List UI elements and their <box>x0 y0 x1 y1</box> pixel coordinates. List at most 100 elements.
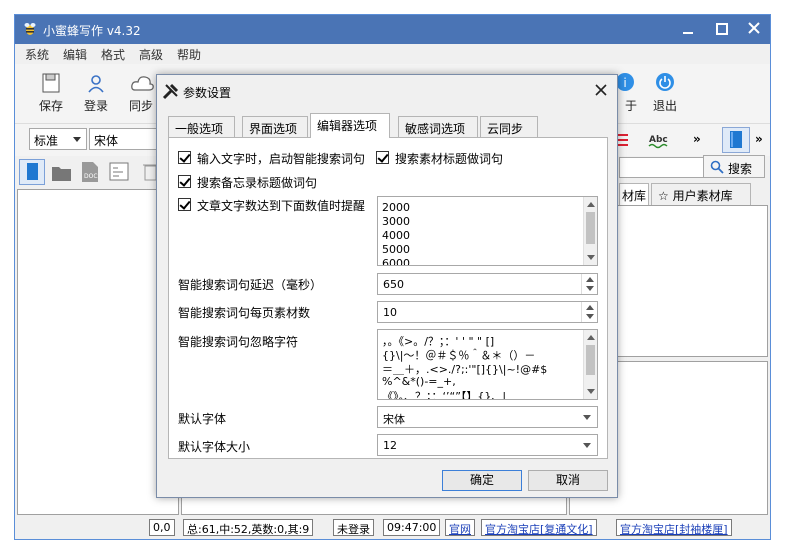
tab-system-materials-label: 材库 <box>622 189 647 203</box>
threshold-scrollbar[interactable] <box>583 197 597 265</box>
cancel-button[interactable]: 取消 <box>528 470 608 491</box>
close-icon <box>748 22 760 34</box>
chevron-down-icon <box>583 415 591 420</box>
list-item[interactable]: 3000 <box>382 215 410 228</box>
menu-advanced[interactable]: 高级 <box>139 46 163 63</box>
chevron-down-icon <box>73 137 81 142</box>
memo-title-label: 搜索备忘录标题做词句 <box>197 176 318 190</box>
login-button[interactable]: 登录 <box>76 68 116 118</box>
tab-general[interactable]: 一般选项 <box>168 116 235 137</box>
menu-bar: 系统 编辑 格式 高级 帮助 <box>15 44 770 64</box>
memo-title-checkbox[interactable] <box>178 175 191 188</box>
font-combo[interactable]: 宋体 <box>89 128 159 150</box>
list-item[interactable]: 6000 <box>382 257 410 265</box>
more-chevron-icon-2[interactable]: » <box>755 132 763 146</box>
user-icon <box>88 75 104 93</box>
menu-edit[interactable]: 编辑 <box>63 46 87 63</box>
book-tab-button[interactable] <box>19 159 45 185</box>
search-button[interactable]: 搜索 <box>703 155 765 178</box>
status-cursor-pos: 0,0 <box>149 519 175 536</box>
list-item[interactable]: 5000 <box>382 243 410 256</box>
style-combo[interactable]: 标准 <box>29 128 87 150</box>
delay-spinner[interactable]: 650 <box>377 273 598 295</box>
book-view-button[interactable] <box>722 127 750 153</box>
more-chevron-icon[interactable]: » <box>693 132 701 146</box>
doc-icon[interactable]: DOC <box>79 161 101 183</box>
status-char-count: 总:61,中:52,英数:0,其:9 <box>183 519 314 536</box>
minimize-button[interactable] <box>677 19 699 39</box>
tab-user-materials-label: 用户素材库 <box>672 189 733 203</box>
search-icon <box>710 160 724 174</box>
tab-interface[interactable]: 界面选项 <box>242 116 308 137</box>
default-font-label: 默认字体 <box>178 412 227 426</box>
word-threshold-list[interactable]: 2000 3000 4000 5000 6000 <box>377 196 598 266</box>
tab-cloud-sync[interactable]: 云同步 <box>480 116 538 137</box>
title-bar: 小蜜蜂写作 v4.32 <box>15 15 770 44</box>
book-icon <box>730 131 742 148</box>
ignore-chars-line: %^&*()-=_+, <box>382 375 456 388</box>
menu-help[interactable]: 帮助 <box>177 46 201 63</box>
exit-button[interactable]: 退出 <box>645 68 685 118</box>
default-font-select[interactable]: 宋体 <box>377 406 598 428</box>
smart-search-label: 输入文字时，启动智能搜索词句 <box>197 152 366 166</box>
ignore-chars-textarea[interactable]: ，。《>。/？；：' ' " " [] {}\|～！＠＃＄％＾＆＊（）－ ＝＿＋… <box>377 329 598 400</box>
word-alert-checkbox[interactable] <box>178 198 191 211</box>
list-item[interactable]: 2000 <box>382 201 410 214</box>
shop-link-2[interactable]: 官方淘宝店[封袖楼厘] <box>616 519 732 536</box>
outline-icon[interactable] <box>109 162 131 182</box>
maximize-icon <box>716 23 728 35</box>
material-title-checkbox[interactable] <box>376 151 389 164</box>
delay-label: 智能搜索词句延迟（毫秒） <box>178 278 323 292</box>
default-size-value: 12 <box>383 439 397 452</box>
per-page-label: 智能搜索词句每页素材数 <box>178 306 311 320</box>
status-login: 未登录 <box>333 519 374 536</box>
tab-editor[interactable]: 编辑器选项 <box>310 113 390 138</box>
folder-icon[interactable] <box>51 163 73 183</box>
word-alert-label: 文章文字数达到下面数值时提醒 <box>197 199 366 213</box>
menu-system[interactable]: 系统 <box>25 46 49 63</box>
tools-icon <box>162 83 179 100</box>
spinner-arrows-icon[interactable] <box>581 274 597 294</box>
svg-text:Abc: Abc <box>649 135 668 145</box>
ignore-chars-line: 《》。、？；：‘’“”【】{}、| <box>382 390 507 400</box>
svg-text:DOC: DOC <box>84 173 98 180</box>
status-bar: 0,0 总:61,中:52,英数:0,其:9 未登录 09:47:00 官网 官… <box>15 517 770 539</box>
sync-button[interactable]: 同步 <box>121 68 161 118</box>
tab-sensitive-words[interactable]: 敏感词选项 <box>398 116 478 137</box>
list-item[interactable]: 4000 <box>382 229 410 242</box>
maximize-button[interactable] <box>711 19 733 39</box>
close-button[interactable] <box>743 19 765 39</box>
cloud-icon <box>131 76 154 91</box>
ok-button[interactable]: 确定 <box>442 470 522 491</box>
menu-format[interactable]: 格式 <box>101 46 125 63</box>
save-button[interactable]: 保存 <box>31 68 71 118</box>
dialog-close-button[interactable] <box>591 80 611 100</box>
minimize-icon <box>683 32 693 34</box>
ignore-chars-scrollbar[interactable] <box>583 330 597 399</box>
document-tree[interactable] <box>17 189 179 515</box>
tab-system-materials[interactable]: 材库 <box>619 183 649 205</box>
svg-text:i: i <box>623 76 626 90</box>
save-icon <box>42 73 60 93</box>
star-icon: ☆ <box>658 189 669 203</box>
bee-app-icon <box>24 23 36 35</box>
close-icon <box>595 84 607 96</box>
ignore-chars-label: 智能搜索词句忽略字符 <box>178 335 299 349</box>
tab-user-materials[interactable]: ☆ 用户素材库 <box>651 183 751 205</box>
per-page-spinner[interactable]: 10 <box>377 301 598 323</box>
spinner-arrows-icon[interactable] <box>581 302 597 322</box>
default-font-value: 宋体 <box>383 413 405 426</box>
smart-search-checkbox[interactable] <box>178 151 191 164</box>
style-value: 标准 <box>34 134 59 148</box>
save-label: 保存 <box>38 99 63 113</box>
spell-check-icon[interactable]: Abc <box>648 132 672 150</box>
status-time: 09:47:00 <box>383 519 441 536</box>
material-title-label: 搜索素材标题做词句 <box>395 152 504 166</box>
material-search-input[interactable] <box>619 157 707 178</box>
font-value: 宋体 <box>94 134 119 148</box>
sync-label: 同步 <box>128 99 153 113</box>
power-icon <box>656 73 674 91</box>
shop-link-1[interactable]: 官方淘宝店[复通文化] <box>481 519 597 536</box>
official-site-link[interactable]: 官网 <box>445 519 475 536</box>
default-size-select[interactable]: 12 <box>377 434 598 456</box>
